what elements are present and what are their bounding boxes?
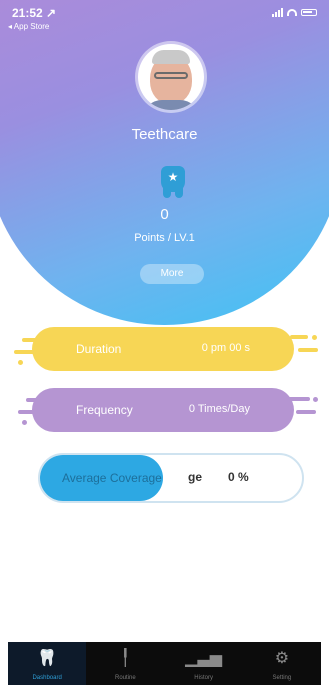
tab-setting[interactable]: ⚙ Setting <box>243 642 321 685</box>
coverage-label: Average Coverage <box>62 471 162 485</box>
coverage-label-end: ge <box>188 470 203 484</box>
status-bar: 21:52 ↗ ◂ App Store <box>0 0 329 40</box>
tooth-icon: 🦷 <box>37 650 58 667</box>
tooth-level-icon: ★ <box>161 166 185 198</box>
tab-label: History <box>194 675 213 681</box>
brush-icon: ╿ <box>120 650 131 667</box>
coverage-stat[interactable]: Average Coverage ge 0 % <box>38 453 304 503</box>
signal-icon <box>272 8 283 17</box>
more-button[interactable]: More <box>140 264 204 284</box>
frequency-dash-decoration <box>296 410 316 414</box>
points-value: 0 <box>160 206 169 223</box>
app-name: Teethcare <box>131 126 198 143</box>
tab-label: Dashboard <box>32 675 62 681</box>
frequency-dot-decoration <box>313 397 318 402</box>
frequency-stat[interactable]: Frequency 0 Times/Day <box>32 388 294 432</box>
duration-stat[interactable]: Duration 0 pm 00 s <box>32 327 294 371</box>
duration-value: 0 pm 00 s <box>201 342 250 354</box>
frequency-value: 0 Times/Day <box>188 403 250 415</box>
tab-label: Setting <box>272 675 292 681</box>
avatar[interactable] <box>138 44 204 110</box>
tab-routine[interactable]: ╿ Routine <box>86 642 164 685</box>
points-level-label: Points / LV.1 <box>134 232 195 244</box>
wifi-icon <box>287 9 297 16</box>
duration-dot-decoration <box>18 360 23 365</box>
duration-label: Duration <box>76 342 122 356</box>
duration-dot-decoration <box>312 335 317 340</box>
bar-chart-icon: ▁▃▅ <box>185 650 223 667</box>
frequency-dot-decoration <box>22 420 27 425</box>
back-to-app-store-link[interactable]: ◂ App Store <box>8 22 49 31</box>
duration-dash-decoration <box>290 335 308 339</box>
duration-dash-decoration <box>298 348 318 352</box>
system-icons <box>272 8 317 17</box>
frequency-label: Frequency <box>76 403 133 417</box>
status-time: 21:52 ↗ <box>12 6 57 20</box>
coverage-value: 0 % <box>228 470 249 484</box>
tab-history[interactable]: ▁▃▅ History <box>165 642 243 685</box>
bottom-tab-bar: 🦷 Dashboard ╿ Routine ▁▃▅ History ⚙ Setting <box>8 642 321 685</box>
battery-icon <box>301 9 317 16</box>
tab-label: Routine <box>115 675 136 681</box>
gear-icon: ⚙ <box>274 650 290 667</box>
tab-dashboard[interactable]: 🦷 Dashboard <box>8 642 87 685</box>
